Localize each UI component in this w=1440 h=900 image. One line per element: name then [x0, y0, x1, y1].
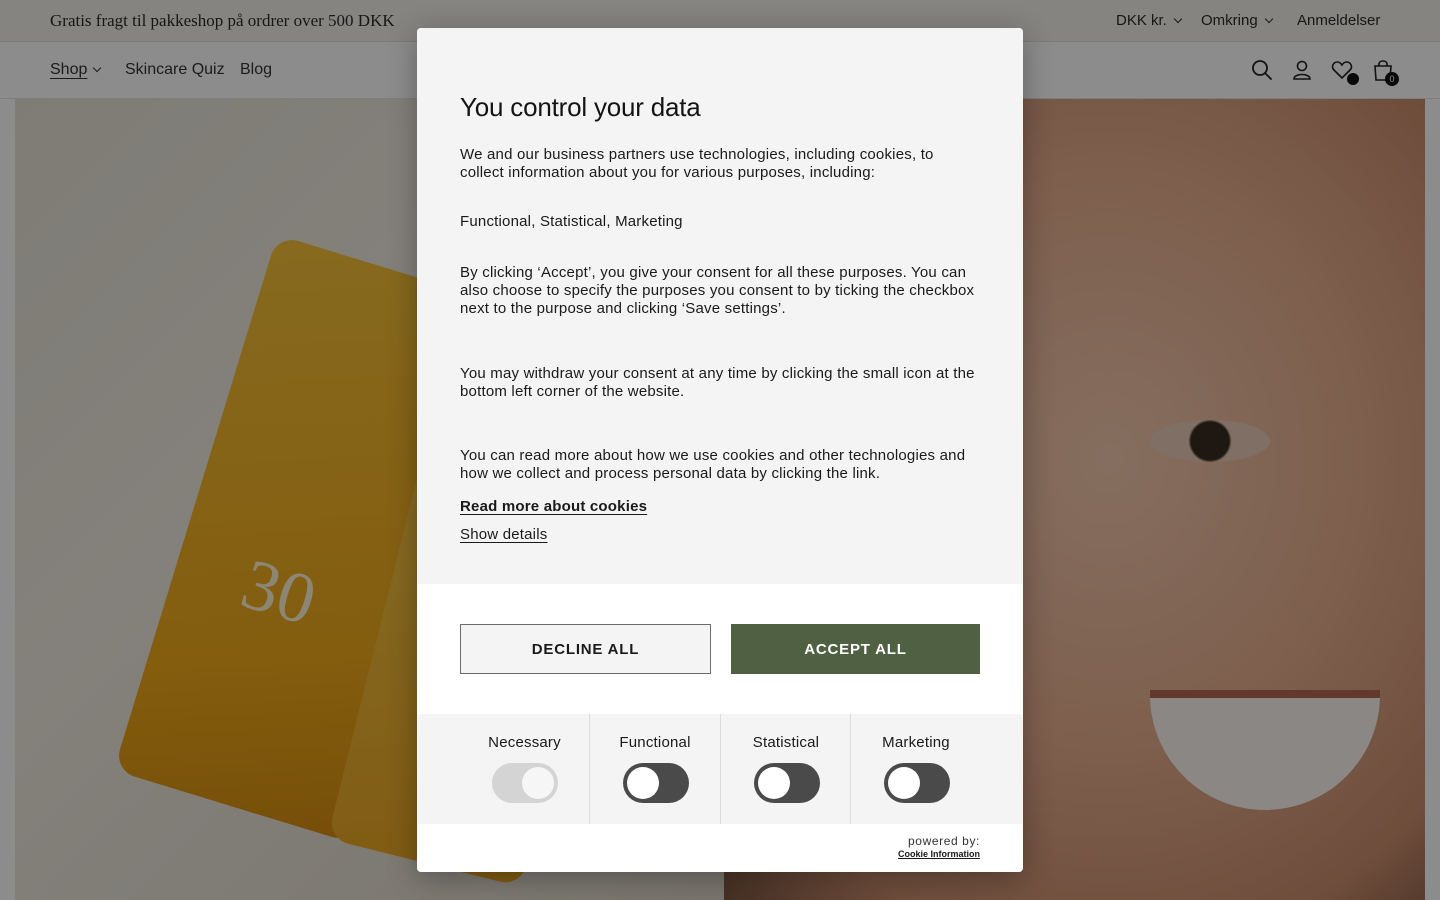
toggle-knob	[627, 767, 659, 799]
consent-title: You control your data	[460, 92, 701, 122]
marketing-toggle[interactable]	[884, 763, 950, 803]
consent-explanation: By clicking ‘Accept’, you give your cons…	[460, 264, 975, 317]
category-marketing: Marketing	[850, 714, 981, 824]
consent-purposes: Functional, Statistical, Marketing	[460, 213, 683, 230]
consent-read-more-info: You can read more about how we use cooki…	[460, 447, 966, 482]
functional-toggle[interactable]	[623, 763, 689, 803]
consent-intro: We and our business partners use technol…	[460, 146, 934, 181]
category-necessary: Necessary	[459, 714, 590, 824]
statistical-toggle[interactable]	[754, 763, 820, 803]
cookie-consent-dialog: You control your data We and our busines…	[417, 28, 1023, 872]
necessary-toggle	[492, 763, 558, 803]
cookie-information-link[interactable]: Cookie Information	[898, 849, 980, 859]
powered-by-label: powered by:	[908, 834, 980, 848]
category-label: Necessary	[488, 734, 561, 751]
category-label: Marketing	[882, 734, 950, 751]
toggle-knob	[522, 767, 554, 799]
read-more-cookies-link[interactable]: Read more about cookies	[460, 498, 647, 515]
category-statistical: Statistical	[720, 714, 851, 824]
show-details-link[interactable]: Show details	[460, 526, 547, 543]
consent-info-panel: You control your data We and our busines…	[417, 28, 1023, 584]
consent-categories: Necessary Functional Statistical Marketi…	[417, 714, 1023, 824]
category-functional: Functional	[589, 714, 720, 824]
toggle-knob	[888, 767, 920, 799]
accept-all-button[interactable]: ACCEPT ALL	[731, 624, 980, 674]
toggle-knob	[758, 767, 790, 799]
consent-withdraw-info: You may withdraw your consent at any tim…	[460, 365, 975, 400]
decline-all-button[interactable]: DECLINE ALL	[460, 624, 711, 674]
powered-by: powered by: Cookie Information	[898, 834, 980, 859]
category-label: Statistical	[752, 734, 820, 751]
category-label: Functional	[619, 734, 691, 751]
